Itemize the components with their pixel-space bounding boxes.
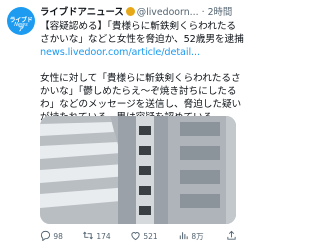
reply-count: 98 (53, 232, 63, 241)
tweet-header: ライブドアニュース @livedoorn... · 2時間 (40, 7, 233, 18)
tweet-card[interactable]: ライブドア News ライブドアニュース @livedoorn... · 2時間 … (0, 0, 244, 250)
views-count: 8万 (191, 232, 204, 241)
tweet-time[interactable]: 2時間 (208, 7, 233, 18)
views-icon (179, 232, 188, 240)
retweet-count: 174 (96, 232, 111, 241)
tweet-actions: 98 174 521 8万 (40, 228, 240, 244)
tweet-text-line: かいな」「鬱しめたらえ～ぞ焼き討ちにしたる (40, 86, 237, 97)
author-name[interactable]: ライブドアニュース (40, 7, 124, 18)
share-button[interactable] (226, 230, 237, 244)
tweet-photo[interactable] (40, 116, 236, 224)
retweet-icon (83, 231, 93, 240)
verified-badge-icon (125, 7, 135, 16)
tweet-text-line: わ」などのメッセージを送信し、脅迫した疑い (40, 99, 242, 110)
tweet-text-line: 女性に対して「貴様らに斬鉄剣くらわれたるさ (40, 73, 241, 84)
tweet-text-line: 【容疑認める】「貴様らに斬鉄剣くらわれたる (40, 21, 237, 32)
heart-icon (131, 232, 140, 241)
reply-button[interactable]: 98 (40, 230, 63, 244)
tweet-text-line: さかいな」などと女性を脅迫か、52歳男を逮捕 (40, 34, 244, 45)
comment-icon (40, 230, 51, 242)
avatar[interactable]: ライブドア News (7, 7, 35, 35)
author-handle[interactable]: @livedoorn... (137, 7, 199, 18)
article-link[interactable]: news.livedoor.com/article/detail... (40, 46, 240, 59)
views-button[interactable]: 8万 (178, 230, 204, 244)
like-count: 521 (143, 232, 158, 241)
retweet-button[interactable]: 174 (82, 230, 111, 244)
avatar-logo-subtext: News (14, 22, 28, 28)
tweet-text: 【容疑認める】「貴様らに斬鉄剣くらわれたる さかいな」などと女性を脅迫か、52歳… (40, 20, 244, 124)
share-icon (227, 230, 236, 240)
like-button[interactable]: 521 (130, 230, 158, 244)
building-photo-image (40, 116, 236, 224)
